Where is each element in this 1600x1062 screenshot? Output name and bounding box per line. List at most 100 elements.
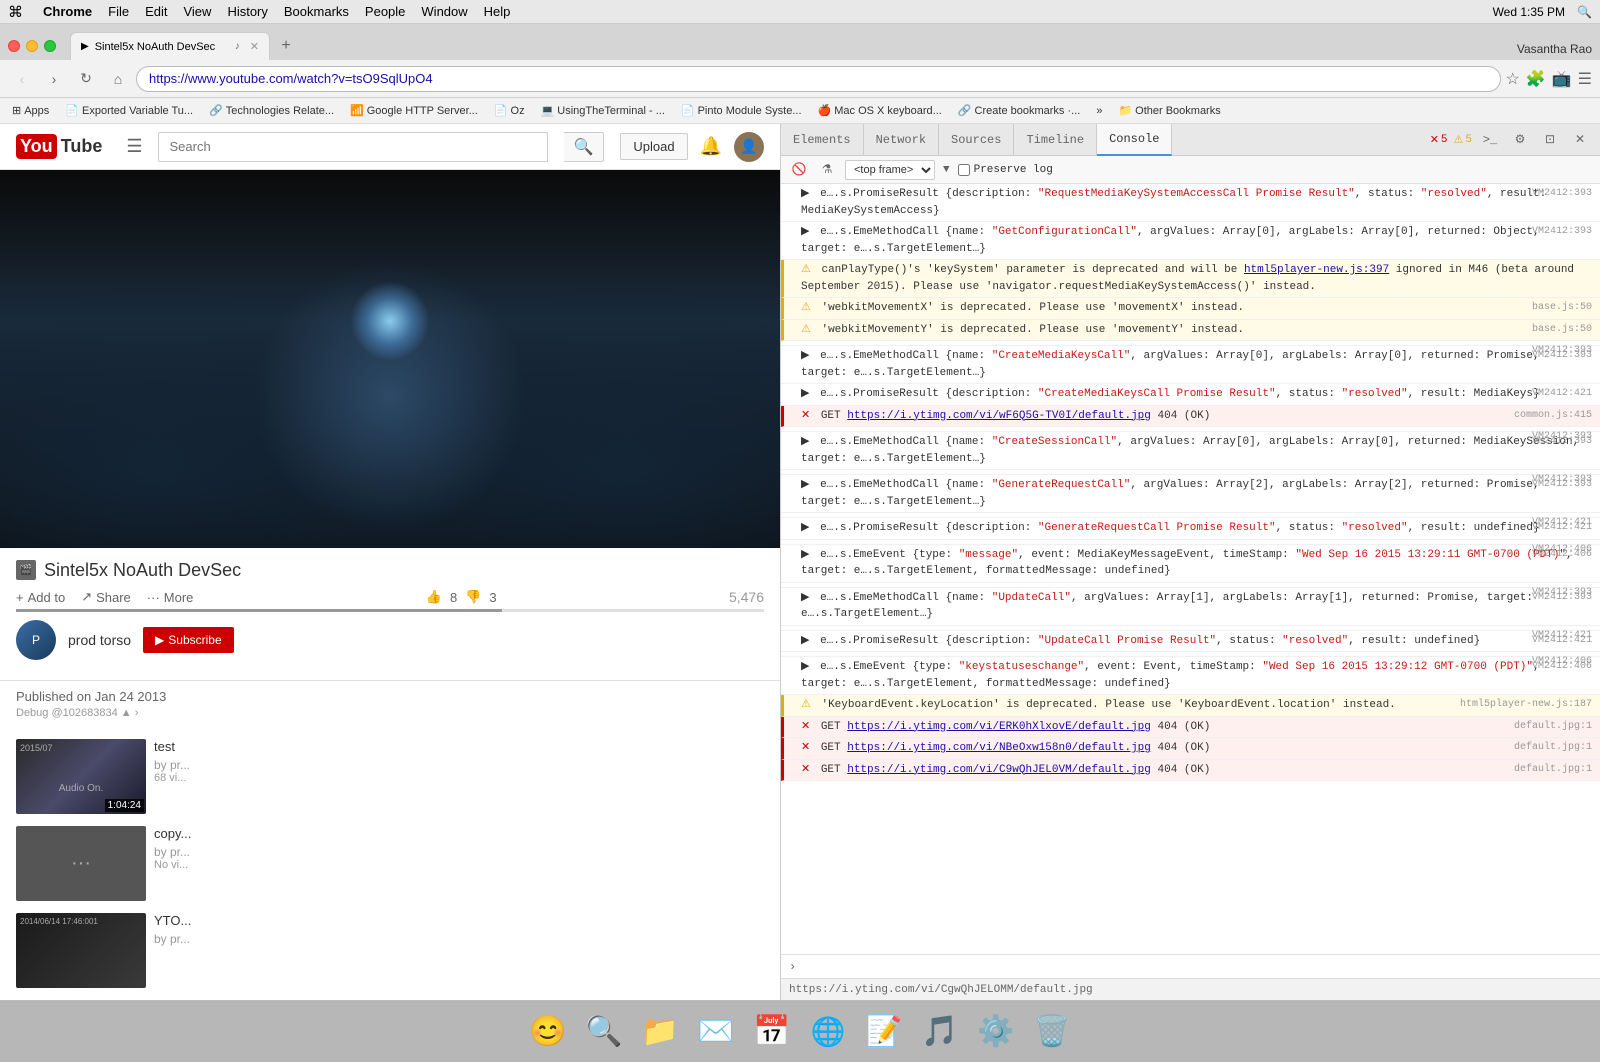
devtools-tab-sources[interactable]: Sources [939,124,1014,156]
share-button[interactable]: ↗ Share [81,589,131,605]
active-tab[interactable]: ▶ Sintel5x NoAuth DevSec ♪ ✕ [70,32,270,60]
dock-finder-icon[interactable]: 😊 [523,1007,573,1057]
tab-close-button[interactable]: ✕ [250,40,259,53]
dock-mail-icon[interactable]: ✉️ [691,1007,741,1057]
subscribe-button[interactable]: ▶ Subscribe [143,627,234,653]
frame-selector[interactable]: <top frame> [845,160,935,180]
youtube-search-button[interactable]: 🔍 [564,132,604,162]
channel-name[interactable]: prod torso [68,632,131,648]
dock-chrome-icon[interactable]: 🌐 [803,1007,853,1057]
reload-button[interactable]: ↻ [72,65,100,93]
bookmark-create[interactable]: 🔗 Create bookmarks ·... [954,102,1084,119]
devtools-close-icon[interactable]: ✕ [1568,128,1592,152]
extensions-icon[interactable]: 🧩 [1526,69,1546,89]
devtools-settings-icon[interactable]: ⚙ [1508,128,1532,152]
related-video-1[interactable]: 2015/07 Audio On. 1:04:24 test by pr... … [16,735,764,818]
youtube-notifications-icon[interactable]: 🔔 [700,136,722,157]
devtools-dock-icon[interactable]: ⊡ [1538,128,1562,152]
get-link-17[interactable]: https://i.ytimg.com/vi/NBeOxw158n0/defau… [847,742,1151,754]
menu-search-icon[interactable]: 🔍 [1577,5,1592,19]
youtube-upload-button[interactable]: Upload [620,133,687,160]
bookmark-macosx[interactable]: 🍎 Mac OS X keyboard... [814,102,946,119]
bookmark-apps[interactable]: ⊞ Apps [8,102,53,119]
channel-avatar[interactable]: P [16,620,56,660]
menu-view[interactable]: View [183,4,211,19]
expand-icon-8[interactable]: ▶ [801,436,809,448]
link-2[interactable]: html5player-new.js:397 [1244,264,1389,276]
more-button[interactable]: ··· More [147,590,194,605]
warn-icon-4: ⚠ [801,324,811,336]
dock-calendar-icon[interactable]: 📅 [747,1007,797,1057]
bookmark-star-icon[interactable]: ☆ [1505,69,1519,89]
related-video-3[interactable]: 2014/06/14 17:46:001 YTO... by pr... [16,909,764,992]
expand-icon-14[interactable]: ▶ [801,661,809,673]
get-link-18[interactable]: https://i.ytimg.com/vi/C9wQhJEL0VM/defau… [847,764,1151,776]
bookmark-pinto[interactable]: 📄 Pinto Module Syste... [677,102,806,119]
expand-icon-11[interactable]: ▶ [801,549,809,561]
home-button[interactable]: ⌂ [104,65,132,93]
new-tab-button[interactable]: + [272,32,300,60]
bookmark-technologies[interactable]: 🔗 Technologies Relate... [205,102,338,119]
youtube-logo[interactable]: YouTube [16,134,102,159]
devtools-tab-timeline[interactable]: Timeline [1014,124,1097,156]
youtube-area: YouTube ☰ 🔍 Upload 🔔 👤 [0,124,780,1000]
dock-prefs-icon[interactable]: ⚙️ [971,1007,1021,1057]
youtube-search-input[interactable] [158,132,548,162]
back-button[interactable]: ‹ [8,65,36,93]
console-filter-icon[interactable]: ⚗ [817,160,837,180]
maximize-button[interactable] [44,40,56,52]
video-player[interactable] [0,170,780,548]
dislike-button[interactable]: 👎 [465,589,481,605]
devtools-tab-elements[interactable]: Elements [781,124,864,156]
menu-chrome[interactable]: Chrome [43,4,92,19]
youtube-menu-icon[interactable]: ☰ [126,136,142,157]
menu-edit[interactable]: Edit [145,4,167,19]
add-to-button[interactable]: + Add to [16,590,65,605]
bookmark-other[interactable]: 📁 Other Bookmarks [1114,102,1224,119]
minimize-button[interactable] [26,40,38,52]
console-input[interactable] [804,961,1592,973]
forward-button[interactable]: › [40,65,68,93]
devtools-cmd-icon[interactable]: >_ [1478,128,1502,152]
bookmark-terminal[interactable]: 💻 UsingTheTerminal - ... [537,102,669,119]
expand-icon-9[interactable]: ▶ [801,479,809,491]
menu-history[interactable]: History [227,4,267,19]
close-button[interactable] [8,40,20,52]
menu-bookmarks[interactable]: Bookmarks [284,4,349,19]
expand-icon-1[interactable]: ▶ [801,226,809,238]
expand-icon-12[interactable]: ▶ [801,592,809,604]
devtools-tab-network[interactable]: Network [864,124,939,156]
address-input[interactable] [136,66,1501,92]
get-link-16[interactable]: https://i.ytimg.com/vi/ERK0hXlxovE/defau… [847,721,1151,733]
youtube-user-avatar[interactable]: 👤 [734,132,764,162]
chromecast-icon[interactable]: 📺 [1552,69,1572,89]
settings-icon[interactable]: ☰ [1578,69,1592,89]
expand-icon-6[interactable]: ▶ [801,388,809,400]
expand-icon-13[interactable]: ▶ [801,635,809,647]
dock-notes-icon[interactable]: 📝 [859,1007,909,1057]
console-clear-icon[interactable]: 🚫 [789,160,809,180]
apple-menu[interactable]: ⌘ [8,3,23,21]
menu-window[interactable]: Window [421,4,467,19]
expand-icon-10[interactable]: ▶ [801,522,809,534]
expand-icon-0[interactable]: ▶ [801,188,809,200]
dock-music-icon[interactable]: 🎵 [915,1007,965,1057]
preserve-log-checkbox[interactable] [958,164,970,176]
bookmark-doc-icon-1: 📄 [65,104,79,117]
menu-help[interactable]: Help [484,4,511,19]
dock-files-icon[interactable]: 📁 [635,1007,685,1057]
bookmark-oz[interactable]: 📄 Oz [490,102,529,119]
menu-file[interactable]: File [108,4,129,19]
bookmark-exported-variable[interactable]: 📄 Exported Variable Tu... [61,102,197,119]
related-video-2[interactable]: ··· copy... by pr... No vi... [16,822,764,905]
dock-spotlight-icon[interactable]: 🔍 [579,1007,629,1057]
get-link-7[interactable]: https://i.ytimg.com/vi/wF6Q5G-TV0I/defau… [847,410,1151,422]
expand-icon-5[interactable]: ▶ [801,350,809,362]
like-button[interactable]: 👍 [426,589,442,605]
bookmark-google-http[interactable]: 📶 Google HTTP Server... [346,102,482,119]
preserve-log-label[interactable]: Preserve log [958,164,1053,176]
dock-trash-icon[interactable]: 🗑️ [1027,1007,1077,1057]
menu-people[interactable]: People [365,4,405,19]
bookmark-more[interactable]: » [1092,103,1106,119]
devtools-tab-console[interactable]: Console [1097,124,1172,156]
